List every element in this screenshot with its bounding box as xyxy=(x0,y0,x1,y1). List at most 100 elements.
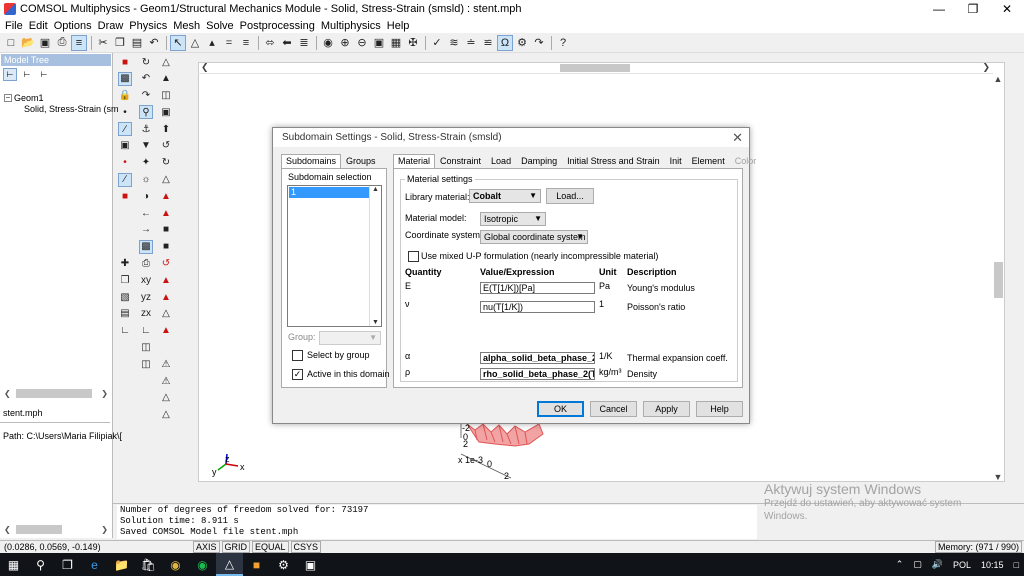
warning-icon[interactable]: ⚠ xyxy=(159,374,173,388)
axes-icon[interactable]: ∟ xyxy=(139,324,153,338)
grid-settings-icon[interactable]: ▤ xyxy=(118,307,132,321)
red-pyramid-icon[interactable]: ▲ xyxy=(159,273,173,287)
triangle-mesh-icon[interactable]: ▴ xyxy=(204,35,220,51)
zoom-window-icon[interactable]: ▣ xyxy=(371,35,387,51)
cut-icon[interactable]: ✂ xyxy=(95,35,111,51)
coordinate-system-select[interactable]: Global coordinate system ▼ xyxy=(480,230,588,244)
arc-icon[interactable]: ↷ xyxy=(139,89,153,103)
edge-icon[interactable]: ∕ xyxy=(118,172,132,187)
library-material-select[interactable]: Cobalt ▼ xyxy=(469,189,541,203)
scroll-down-icon[interactable]: ▼ xyxy=(372,319,379,326)
red-pyramid-icon[interactable]: ▲ xyxy=(159,290,173,304)
store-icon[interactable]: 🛍 xyxy=(135,553,162,576)
red-face-icon[interactable]: ■ xyxy=(118,189,132,203)
triangle-select-icon[interactable]: △ xyxy=(187,35,203,51)
paste-icon[interactable]: ▤ xyxy=(129,35,145,51)
check-icon[interactable]: ✓ xyxy=(429,35,445,51)
tetra-icon[interactable]: △ xyxy=(159,173,173,187)
tree-horizontal-scrollbar[interactable]: ❮ ❯ xyxy=(4,388,108,399)
menu-help[interactable]: Help xyxy=(384,20,413,32)
print-icon[interactable]: ⎙ xyxy=(54,35,70,51)
align-icon[interactable]: ⬅ xyxy=(279,35,295,51)
comsol-taskbar-icon[interactable]: △ xyxy=(216,553,243,576)
tree-collapse-icon[interactable]: ⊢ xyxy=(37,68,51,81)
tab-element[interactable]: Element xyxy=(687,154,730,168)
right-arrow-icon[interactable]: → xyxy=(139,223,153,237)
wand-icon[interactable]: ✦ xyxy=(139,156,153,170)
save-icon[interactable]: ▣ xyxy=(37,35,53,51)
density-input[interactable]: rho_solid_beta_phase_2(T xyxy=(480,368,595,380)
axis-toggle[interactable]: AXIS xyxy=(193,541,220,553)
info-horizontal-scrollbar[interactable]: ❮ ❯ xyxy=(4,524,108,535)
thermal-expansion-input[interactable]: alpha_solid_beta_phase_2 xyxy=(480,352,595,364)
solve-arrow-icon[interactable]: ↷ xyxy=(531,35,547,51)
pyramid-icon[interactable]: △ xyxy=(159,55,173,69)
dialog-close-icon[interactable]: ✕ xyxy=(732,130,743,146)
scroll-left-icon[interactable]: ❮ xyxy=(4,525,11,534)
zoom-in-icon[interactable]: ⊕ xyxy=(337,35,353,51)
printer-icon[interactable]: ⎙ xyxy=(139,257,153,271)
cylinder-icon[interactable]: ◫ xyxy=(159,89,173,103)
menu-file[interactable]: File xyxy=(2,20,26,32)
menu-physics[interactable]: Physics xyxy=(126,20,170,32)
apply-button[interactable]: Apply xyxy=(643,401,690,417)
model-tree-toggle-icon[interactable]: ≡ xyxy=(71,34,87,51)
sweep-icon[interactable]: ↻ xyxy=(159,156,173,170)
edge-browser-icon[interactable]: e xyxy=(81,553,108,576)
help-button[interactable]: Help xyxy=(696,401,743,417)
lock-icon[interactable]: 🔒 xyxy=(118,89,132,103)
search-icon[interactable]: ⚲ xyxy=(27,553,54,576)
tab-init[interactable]: Init xyxy=(665,154,687,168)
material-model-select[interactable]: Isotropic ▼ xyxy=(480,212,546,226)
face-icon[interactable]: ▣ xyxy=(159,105,173,119)
zx-plane-icon[interactable]: zx xyxy=(139,307,153,321)
tree-view-icon[interactable]: ⊢ xyxy=(3,67,17,81)
active-in-domain-checkbox[interactable]: ✓ xyxy=(292,369,303,380)
grid-toggle[interactable]: GRID xyxy=(221,541,251,553)
menu-multiphysics[interactable]: Multiphysics xyxy=(318,20,384,32)
red-pyramid-icon[interactable]: ▲ xyxy=(159,324,173,338)
help-icon[interactable]: ? xyxy=(555,35,571,51)
tab-initial-stress[interactable]: Initial Stress and Strain xyxy=(562,154,665,168)
task-view-icon[interactable]: ❐ xyxy=(54,553,81,576)
zoom-out-icon[interactable]: ⊖ xyxy=(354,35,370,51)
scroll-thumb[interactable] xyxy=(560,63,630,72)
fit-icon[interactable]: ⬄ xyxy=(262,35,278,51)
select-by-group-checkbox[interactable] xyxy=(292,350,303,361)
red-square-icon[interactable]: ■ xyxy=(118,55,132,69)
draw-mode-icon[interactable]: ▩ xyxy=(118,71,132,86)
menu-solve[interactable]: Solve xyxy=(203,20,237,32)
notifications-icon[interactable]: □ xyxy=(1014,560,1019,570)
app-orange-icon[interactable]: ■ xyxy=(243,553,270,576)
red-tetra-icon[interactable]: ▲ xyxy=(159,189,173,203)
menu-draw[interactable]: Draw xyxy=(95,20,127,32)
warning-icon[interactable]: ⚠ xyxy=(159,357,173,371)
csys-toggle[interactable]: CSYS xyxy=(290,541,322,553)
cone-icon[interactable]: ▲ xyxy=(159,72,173,86)
tree-node-geom1[interactable]: – Geom1 xyxy=(4,92,112,103)
point-icon[interactable]: • xyxy=(118,105,132,119)
mixed-formulation-checkbox[interactable] xyxy=(408,251,419,262)
move-icon[interactable]: ✚ xyxy=(118,257,132,271)
copy-object-icon[interactable]: ❐ xyxy=(118,273,132,287)
grey-block-icon[interactable]: ■ xyxy=(159,223,173,237)
minimize-button[interactable]: — xyxy=(922,0,956,18)
nodes-icon[interactable]: ≋ xyxy=(446,35,462,51)
omega-icon[interactable]: Ω xyxy=(497,34,513,51)
red-rotate-icon[interactable]: ↺ xyxy=(159,257,173,271)
scroll-left-icon[interactable]: ❮ xyxy=(4,389,11,398)
extrude-icon[interactable]: ⬆ xyxy=(159,122,173,136)
cube-icon[interactable]: ▩ xyxy=(139,239,153,254)
tab-constraint[interactable]: Constraint xyxy=(435,154,486,168)
undo-icon[interactable]: ↶ xyxy=(146,35,162,51)
scroll-right-icon[interactable]: ❯ xyxy=(982,62,990,73)
poisson-ratio-input[interactable]: nu(T[1/K]) xyxy=(480,301,595,313)
load-button[interactable]: Load... xyxy=(546,188,594,204)
young-modulus-input[interactable]: E(T[1/K])[Pa] xyxy=(480,282,595,294)
canvas-horizontal-scrollbar[interactable]: ❮ ❯ xyxy=(198,62,993,74)
tab-subdomains[interactable]: Subdomains xyxy=(281,154,342,168)
settings-app-icon[interactable]: ⚙ xyxy=(270,553,297,576)
equals-icon[interactable]: = xyxy=(221,35,237,51)
open-folder-icon[interactable]: 📂 xyxy=(20,35,36,51)
delete-object-icon[interactable]: ▧ xyxy=(118,290,132,304)
